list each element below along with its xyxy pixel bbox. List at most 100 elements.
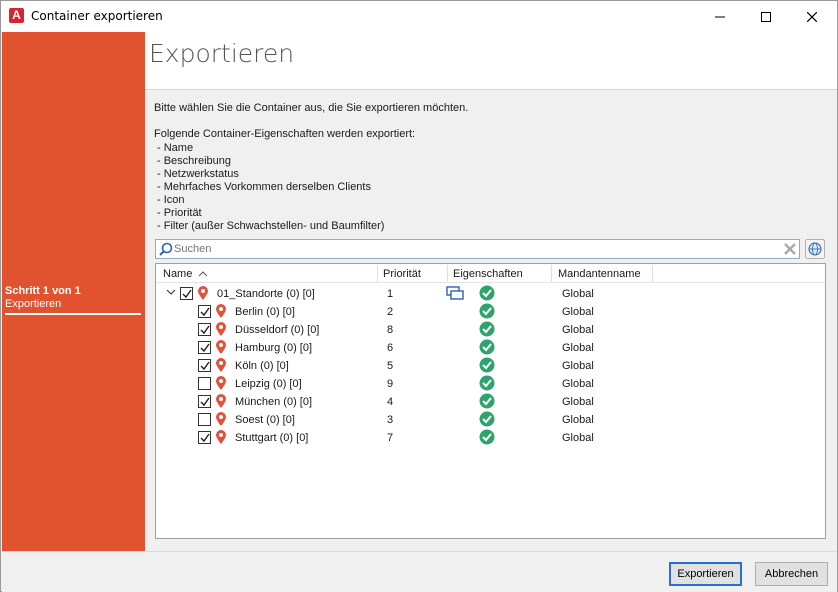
tree-row[interactable]: München (0) [0] 4 Global <box>156 392 825 410</box>
property-item: - Filter (außer Schwachstellen- und Baum… <box>157 220 385 232</box>
row-checkbox[interactable] <box>180 287 193 300</box>
tree-row[interactable]: Düsseldorf (0) [0] 8 Global <box>156 320 825 338</box>
chevron-down-icon[interactable] <box>166 288 176 296</box>
check-circle-icon <box>479 321 495 337</box>
row-priority: 6 <box>387 342 394 354</box>
row-name: Berlin (0) [0] <box>235 306 295 318</box>
row-priority: 2 <box>387 306 394 318</box>
checkmark-icon <box>182 289 192 299</box>
checkmark-icon <box>200 433 210 443</box>
row-client: Global <box>562 432 594 444</box>
tree-row[interactable]: Köln (0) [0] 5 Global <box>156 356 825 374</box>
row-priority: 9 <box>387 378 394 390</box>
globe-settings-icon <box>805 239 825 259</box>
container-tree-grid[interactable]: Name Priorität Eigenschaften Mandantenna… <box>155 263 826 539</box>
dialog-footer: Exportieren Abbrechen <box>2 551 837 592</box>
clear-search-icon[interactable] <box>784 243 796 255</box>
row-name: Düsseldorf (0) [0] <box>235 324 320 336</box>
multi-screen-icon <box>446 286 464 300</box>
checkmark-icon <box>200 361 210 371</box>
row-client: Global <box>562 288 594 300</box>
row-checkbox[interactable] <box>198 413 211 426</box>
row-client: Global <box>562 414 594 426</box>
row-client: Global <box>562 360 594 372</box>
column-header-name[interactable]: Name <box>163 268 192 280</box>
row-client: Global <box>562 306 594 318</box>
row-priority: 8 <box>387 324 394 336</box>
title-bar: A Container exportieren <box>1 1 837 32</box>
app-logo-icon: A <box>9 8 24 23</box>
row-checkbox[interactable] <box>198 323 211 336</box>
tree-row[interactable]: Leipzig (0) [0] 9 Global <box>156 374 825 392</box>
main-content: Bitte wählen Sie die Container aus, die … <box>145 91 837 551</box>
map-pin-icon <box>216 322 226 336</box>
cancel-button[interactable]: Abbrechen <box>755 562 828 586</box>
row-checkbox[interactable] <box>198 395 211 408</box>
row-checkbox[interactable] <box>198 305 211 318</box>
minimize-icon <box>715 16 725 17</box>
tree-row[interactable]: Stuttgart (0) [0] 7 Global <box>156 428 825 446</box>
minimize-button[interactable] <box>697 1 743 32</box>
sort-ascending-icon <box>198 271 208 277</box>
wizard-steps-panel: Schritt 1 von 1 Exportieren <box>2 32 145 551</box>
row-name: Hamburg (0) [0] <box>235 342 313 354</box>
check-circle-icon <box>479 411 495 427</box>
tree-row-root[interactable]: 01_Standorte (0) [0] 1 Global <box>156 284 825 302</box>
row-priority: 3 <box>387 414 394 426</box>
check-circle-icon <box>479 339 495 355</box>
export-dialog: A Container exportieren Schritt 1 von 1 … <box>0 0 838 592</box>
close-button[interactable] <box>789 1 835 32</box>
row-checkbox[interactable] <box>198 377 211 390</box>
property-item: - Netzwerkstatus <box>157 168 239 180</box>
search-icon <box>159 242 173 256</box>
check-circle-icon <box>479 357 495 373</box>
map-pin-icon <box>216 376 226 390</box>
row-client: Global <box>562 342 594 354</box>
property-item: - Name <box>157 142 194 154</box>
property-item: - Mehrfaches Vorkommen derselben Clients <box>157 181 371 193</box>
row-name: Stuttgart (0) [0] <box>235 432 309 444</box>
step-counter: Schritt 1 von 1 <box>5 285 81 297</box>
row-priority: 4 <box>387 396 394 408</box>
column-header-properties[interactable]: Eigenschaften <box>453 268 523 280</box>
row-priority: 7 <box>387 432 394 444</box>
map-pin-icon <box>216 412 226 426</box>
current-step-underline <box>5 313 141 315</box>
check-circle-icon <box>479 375 495 391</box>
checkmark-icon <box>200 343 210 353</box>
row-checkbox[interactable] <box>198 359 211 372</box>
close-icon <box>807 11 817 22</box>
search-box[interactable] <box>155 239 800 259</box>
column-header-priority[interactable]: Priorität <box>383 268 421 280</box>
row-priority: 1 <box>387 288 394 300</box>
maximize-button[interactable] <box>743 1 789 32</box>
export-button[interactable]: Exportieren <box>669 562 742 586</box>
row-name: München (0) [0] <box>235 396 313 408</box>
grid-header: Name Priorität Eigenschaften Mandantenna… <box>156 264 825 283</box>
row-checkbox[interactable] <box>198 431 211 444</box>
row-checkbox[interactable] <box>198 341 211 354</box>
row-priority: 5 <box>387 360 394 372</box>
checkmark-icon <box>200 307 210 317</box>
tree-row[interactable]: Hamburg (0) [0] 6 Global <box>156 338 825 356</box>
row-client: Global <box>562 396 594 408</box>
page-title: Exportieren <box>149 39 295 68</box>
check-circle-icon <box>479 429 495 445</box>
row-name: Leipzig (0) [0] <box>235 378 302 390</box>
current-step-label: Exportieren <box>5 298 62 310</box>
column-header-client[interactable]: Mandantenname <box>558 268 641 280</box>
map-pin-icon <box>216 340 226 354</box>
checkmark-icon <box>200 325 210 335</box>
tree-row[interactable]: Berlin (0) [0] 2 Global <box>156 302 825 320</box>
page-header: Exportieren <box>145 32 837 90</box>
row-name: Köln (0) [0] <box>235 360 289 372</box>
row-name: Soest (0) [0] <box>235 414 295 426</box>
property-item: - Icon <box>157 194 185 206</box>
properties-list: - Name - Beschreibung - Netzwerkstatus -… <box>157 142 384 233</box>
search-input[interactable] <box>174 242 774 256</box>
properties-heading: Folgende Container-Eigenschaften werden … <box>154 128 416 140</box>
row-client: Global <box>562 378 594 390</box>
tree-row[interactable]: Soest (0) [0] 3 Global <box>156 410 825 428</box>
search-options-button[interactable] <box>805 239 825 259</box>
map-pin-icon <box>216 430 226 444</box>
